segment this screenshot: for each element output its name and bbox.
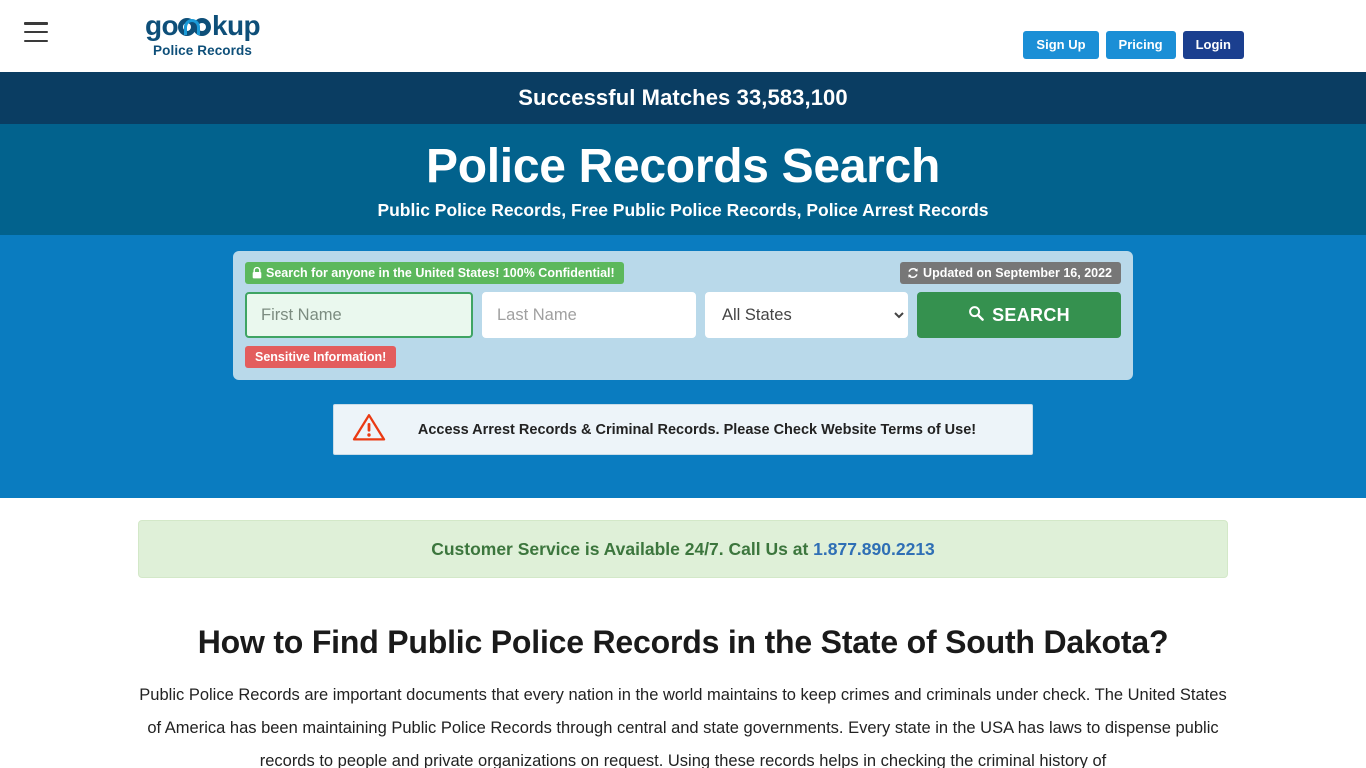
hamburger-line xyxy=(24,39,48,42)
customer-service-label: Customer Service is Available 24/7. Call… xyxy=(431,538,814,559)
brand-logo[interactable]: go kup Police Records xyxy=(135,12,270,59)
warning-triangle-icon xyxy=(352,412,386,448)
sensitive-information-badge: Sensitive Information! xyxy=(245,346,397,368)
hamburger-line xyxy=(24,22,48,25)
search-button[interactable]: SEARCH xyxy=(917,292,1121,338)
last-name-input[interactable] xyxy=(482,292,696,338)
hamburger-menu-icon[interactable] xyxy=(24,22,48,42)
successful-matches-banner: Successful Matches 33,583,100 xyxy=(0,72,1366,124)
logo-wordmark: go kup xyxy=(135,12,270,40)
first-name-input[interactable] xyxy=(245,292,473,338)
confidential-badge: Search for anyone in the United States! … xyxy=(245,262,624,284)
logo-arc-accent xyxy=(184,19,201,35)
logo-text-suffix: kup xyxy=(212,10,261,41)
refresh-sync-icon xyxy=(907,267,919,279)
successful-matches-text: Successful Matches 33,583,100 xyxy=(518,85,848,110)
customer-service-box: Customer Service is Available 24/7. Call… xyxy=(138,520,1228,578)
hamburger-line xyxy=(24,30,48,34)
confidential-badge-label: Search for anyone in the United States! … xyxy=(266,266,615,280)
logo-subtitle: Police Records xyxy=(153,43,252,58)
customer-service-text: Customer Service is Available 24/7. Call… xyxy=(431,539,935,560)
terms-notice-text: Access Arrest Records & Criminal Records… xyxy=(417,421,977,438)
page-subtitle: Public Police Records, Free Public Polic… xyxy=(377,200,989,221)
search-section: Search for anyone in the United States! … xyxy=(0,235,1366,498)
updated-badge: Updated on September 16, 2022 xyxy=(900,262,1121,284)
customer-service-section: Customer Service is Available 24/7. Call… xyxy=(0,498,1366,578)
magnifier-icon xyxy=(968,305,984,326)
sign-up-button[interactable]: Sign Up xyxy=(1023,31,1099,60)
state-select[interactable]: All States xyxy=(705,292,909,338)
terms-notice-box: Access Arrest Records & Criminal Records… xyxy=(333,404,1033,455)
hero-section: Police Records Search Public Police Reco… xyxy=(0,124,1366,235)
logo-double-o-icon xyxy=(178,16,212,38)
updated-badge-label: Updated on September 16, 2022 xyxy=(923,266,1112,280)
search-panel: Search for anyone in the United States! … xyxy=(233,251,1133,380)
nav-button-group: Sign Up Pricing Login xyxy=(1023,31,1244,60)
logo-text-prefix: go xyxy=(145,10,179,41)
search-button-label: SEARCH xyxy=(992,304,1070,325)
customer-service-phone-link[interactable]: 1.877.890.2213 xyxy=(813,539,935,559)
lock-icon xyxy=(252,267,262,279)
article-heading: How to Find Public Police Records in the… xyxy=(197,624,1169,660)
pricing-button[interactable]: Pricing xyxy=(1105,31,1176,60)
page-title: Police Records Search xyxy=(426,139,940,193)
search-panel-badges: Search for anyone in the United States! … xyxy=(245,262,1121,284)
top-navigation-bar: go kup Police Records Sign Up Pricing Log… xyxy=(0,0,1366,72)
article-section: How to Find Public Police Records in the… xyxy=(138,578,1228,768)
login-button[interactable]: Login xyxy=(1182,31,1244,60)
search-form-row: All States SEARCH xyxy=(245,292,1121,338)
article-paragraph: Public Police Records are important docu… xyxy=(139,685,1227,768)
